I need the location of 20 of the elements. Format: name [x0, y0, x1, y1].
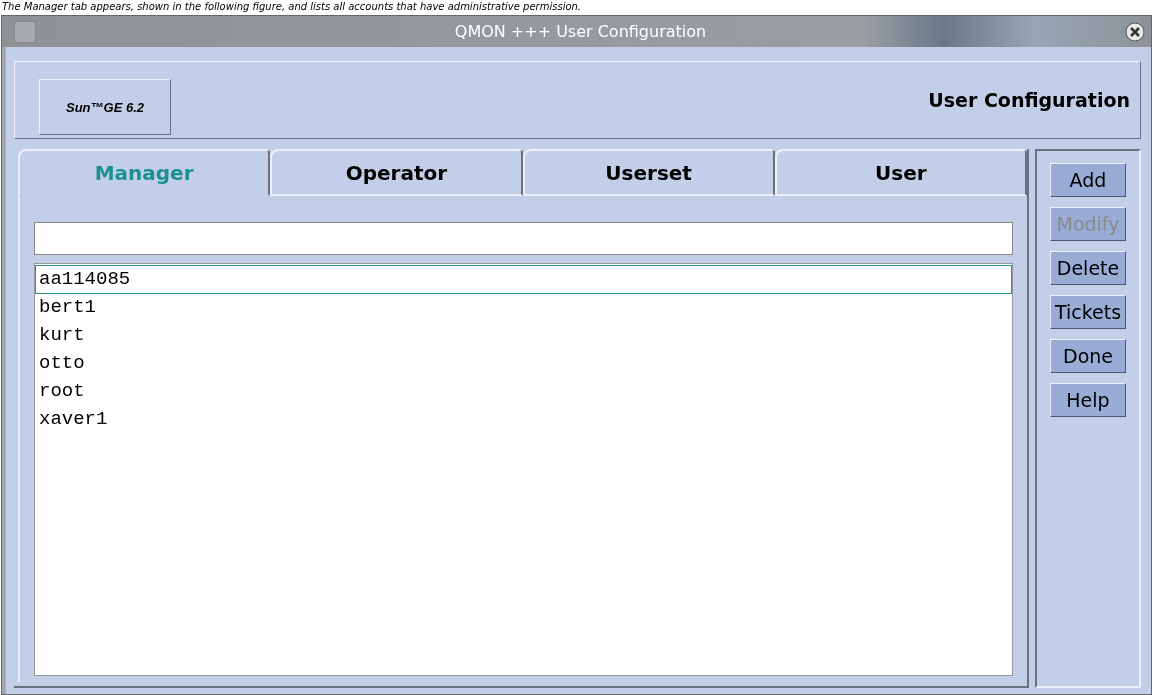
list-item[interactable]: root — [35, 377, 1012, 406]
caption-text: The Manager tab appears, shown in the following figure, and lists all accounts that have administrative permission. — [1, 0, 582, 13]
action-button[interactable]: Help — [1050, 383, 1126, 417]
list-item[interactable]: otto — [35, 349, 1012, 378]
action-button[interactable]: Done — [1050, 339, 1126, 373]
list-item[interactable]: aa114085 — [35, 265, 1012, 294]
tab[interactable]: User — [774, 149, 1027, 196]
list-item[interactable]: xaver1 — [35, 405, 1012, 434]
action-button[interactable]: Delete — [1050, 251, 1126, 285]
action-button[interactable]: Tickets — [1050, 295, 1126, 329]
heading-text: User Configuration — [928, 89, 1130, 111]
list-item[interactable]: bert1 — [35, 293, 1012, 322]
list-item[interactable]: kurt — [35, 321, 1012, 350]
window-title: QMON +++ User Configuration — [453, 22, 708, 41]
input-field[interactable] — [34, 222, 1013, 255]
tab[interactable]: Operator — [270, 149, 523, 196]
close-icon[interactable] — [1125, 21, 1145, 42]
tab[interactable]: Userset — [522, 149, 775, 196]
action-button[interactable]: Add — [1050, 163, 1126, 197]
logo-button[interactable]: Sun™GE 6.2 — [39, 79, 172, 135]
